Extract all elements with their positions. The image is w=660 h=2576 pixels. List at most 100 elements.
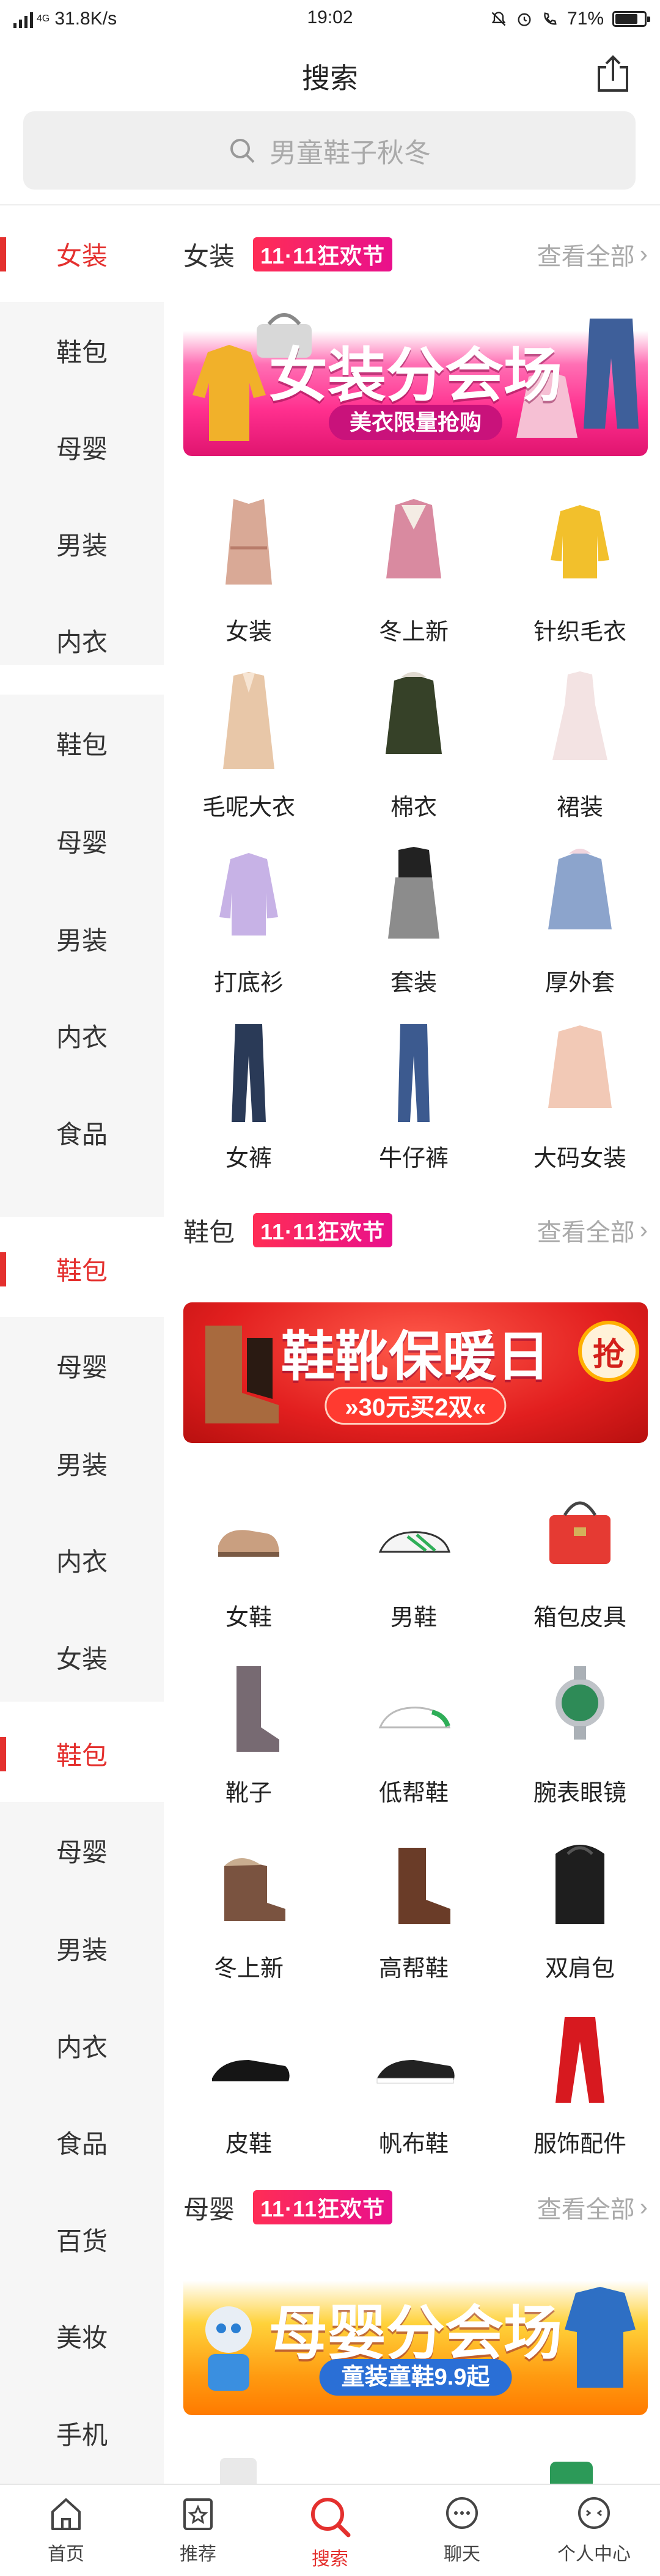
category-tile[interactable]: 冬上新 (331, 493, 496, 668)
search-input[interactable]: 男童鞋子秋冬 (23, 111, 636, 190)
view-all-link[interactable]: 查看全部 › (537, 1212, 648, 1248)
product-thumbnail (200, 1478, 298, 1586)
tab-search[interactable]: 搜索 (264, 2485, 396, 2576)
product-thumbnail (531, 1654, 629, 1762)
section-title: 鞋包 (183, 1217, 235, 1247)
product-thumbnail (531, 493, 629, 600)
category-tile[interactable]: 棉衣 (331, 668, 496, 843)
tab-recommend[interactable]: 推荐 (132, 2485, 264, 2576)
grab-button[interactable]: 抢 (578, 1321, 639, 1382)
sidebar-item-bags[interactable]: 鞋包 (0, 695, 164, 791)
category-tile[interactable]: 服饰配件 (497, 2005, 660, 2180)
tab-home[interactable]: 首页 (0, 2485, 132, 2576)
sidebar-item-bags[interactable]: 鞋包 (0, 1220, 164, 1317)
chevron-right-icon: › (639, 240, 648, 268)
sidebar-item-women[interactable]: 女装 (0, 1609, 164, 1705)
page-title: 搜索 (302, 62, 358, 94)
view-all-link[interactable]: 查看全部 › (537, 2190, 648, 2225)
view-all-label: 查看全部 (537, 1219, 635, 1246)
category-tile[interactable]: 女装 (166, 493, 331, 668)
sidebar-item-beauty[interactable]: 美妆 (0, 2287, 164, 2384)
tab-label: 个人中心 (557, 2544, 631, 2564)
category-tile-label: 双肩包 (544, 1956, 615, 1982)
profile-icon (578, 2497, 610, 2529)
category-tile[interactable]: 高帮鞋 (331, 1829, 496, 2004)
product-thumbnail (365, 493, 463, 600)
banner-title: 母婴分会场 (269, 2301, 562, 2366)
product-thumbnail (365, 2005, 463, 2113)
sidebar-item-general[interactable]: 百货 (0, 2191, 164, 2287)
category-tile[interactable]: 靴子 (166, 1654, 331, 1829)
category-tile[interactable]: 帆布鞋 (331, 2005, 496, 2180)
product-thumbnail (220, 2458, 257, 2484)
sidebar-item-baby[interactable]: 母婴 (0, 1317, 164, 1414)
banner-baby[interactable]: 母婴分会场 童装童鞋9.9起 (183, 2262, 648, 2415)
banner-subtitle: 美衣限量抢购 (328, 405, 503, 440)
category-tile[interactable]: 针织毛衣 (497, 493, 660, 668)
product-thumbnail (200, 1019, 298, 1127)
section-header-bags: 鞋包 11·11狂欢节 查看全部 › (183, 1206, 648, 1255)
tab-profile[interactable]: 个人中心 (528, 2485, 660, 2576)
product-thumbnail (531, 844, 629, 951)
sidebar-item-men[interactable]: 男装 (0, 1900, 164, 1996)
category-tile[interactable]: 腕表眼镜 (497, 1654, 660, 1829)
sidebar-item-baby[interactable]: 母婴 (0, 399, 164, 495)
category-tile[interactable]: 皮鞋 (166, 2005, 331, 2180)
sidebar-item-food[interactable]: 食品 (0, 2094, 164, 2190)
category-tile[interactable]: 低帮鞋 (331, 1654, 496, 1829)
category-tile[interactable]: 女裤 (166, 1019, 331, 1194)
banner-women[interactable]: 女装分会场 美衣限量抢购 (183, 303, 648, 456)
category-tile[interactable]: 裙装 (497, 668, 660, 843)
chat-icon (446, 2497, 478, 2529)
sidebar-item-bags[interactable]: 鞋包 (0, 302, 164, 399)
sidebar-item-baby[interactable]: 母婴 (0, 792, 164, 889)
tab-chat[interactable]: 聊天 (396, 2485, 528, 2576)
sidebar-item-men[interactable]: 男装 (0, 495, 164, 592)
product-thumbnail (531, 2005, 629, 2113)
category-tile[interactable]: 双肩包 (497, 1829, 660, 2004)
promo-badge: 11·11狂欢节 (253, 1213, 393, 1247)
category-tile[interactable]: 牛仔裤 (331, 1019, 496, 1194)
category-tile[interactable]: 男鞋 (331, 1478, 496, 1653)
sidebar-item-women[interactable]: 女装 (0, 205, 164, 302)
product-thumbnail (365, 1829, 463, 1937)
category-tile[interactable]: 冬上新 (166, 1829, 331, 2004)
bottom-tab-bar: 首页 推荐 搜索 聊天 个人中心 (0, 2484, 660, 2576)
sidebar-item-phones[interactable]: 手机 (0, 2385, 164, 2481)
banner-bags[interactable]: 鞋靴保暖日 »30元买2双« 抢 (183, 1302, 648, 1443)
product-thumbnail (200, 1829, 298, 1937)
hd-call-icon (544, 12, 557, 25)
category-tile[interactable]: 大码女装 (497, 1019, 660, 1194)
product-thumbnail (365, 1478, 463, 1586)
category-tile[interactable]: 厚外套 (497, 844, 660, 1019)
category-tile-label: 靴子 (225, 1781, 272, 1806)
sidebar-item-men[interactable]: 男装 (0, 1415, 164, 1511)
tab-label: 搜索 (312, 2549, 348, 2569)
category-tile-label: 套装 (390, 970, 437, 996)
sidebar-item-men[interactable]: 男装 (0, 890, 164, 987)
category-tile[interactable]: 女鞋 (166, 1478, 331, 1653)
sidebar-item-underwear[interactable]: 内衣 (0, 1997, 164, 2094)
sidebar-item-bags[interactable]: 鞋包 (0, 1705, 164, 1802)
category-tile-label: 冬上新 (213, 1956, 284, 1982)
sidebar-item-baby[interactable]: 母婴 (0, 1802, 164, 1899)
share-icon[interactable] (595, 55, 631, 93)
category-tile-label: 厚外套 (544, 970, 615, 996)
search-placeholder: 男童鞋子秋冬 (270, 138, 431, 168)
view-all-link[interactable]: 查看全部 › (537, 237, 648, 272)
category-tile[interactable]: 套装 (331, 844, 496, 1019)
category-tile[interactable]: 箱包皮具 (497, 1478, 660, 1653)
sidebar-item-underwear[interactable]: 内衣 (0, 1511, 164, 1608)
category-tile[interactable]: 打底衫 (166, 844, 331, 1019)
product-thumbnail (531, 1019, 629, 1127)
view-all-label: 查看全部 (537, 243, 635, 270)
sidebar-item-food[interactable]: 食品 (0, 1084, 164, 1181)
mute-bell-icon (491, 12, 506, 26)
category-tile[interactable]: 毛呢大衣 (166, 668, 331, 843)
product-thumbnail (200, 493, 298, 600)
sidebar-item-underwear[interactable]: 内衣 (0, 592, 164, 688)
product-thumbnail (200, 1654, 298, 1762)
category-tile-label: 牛仔裤 (378, 1146, 449, 1172)
product-thumbnail (200, 2005, 298, 2113)
sidebar-item-underwear[interactable]: 内衣 (0, 987, 164, 1083)
